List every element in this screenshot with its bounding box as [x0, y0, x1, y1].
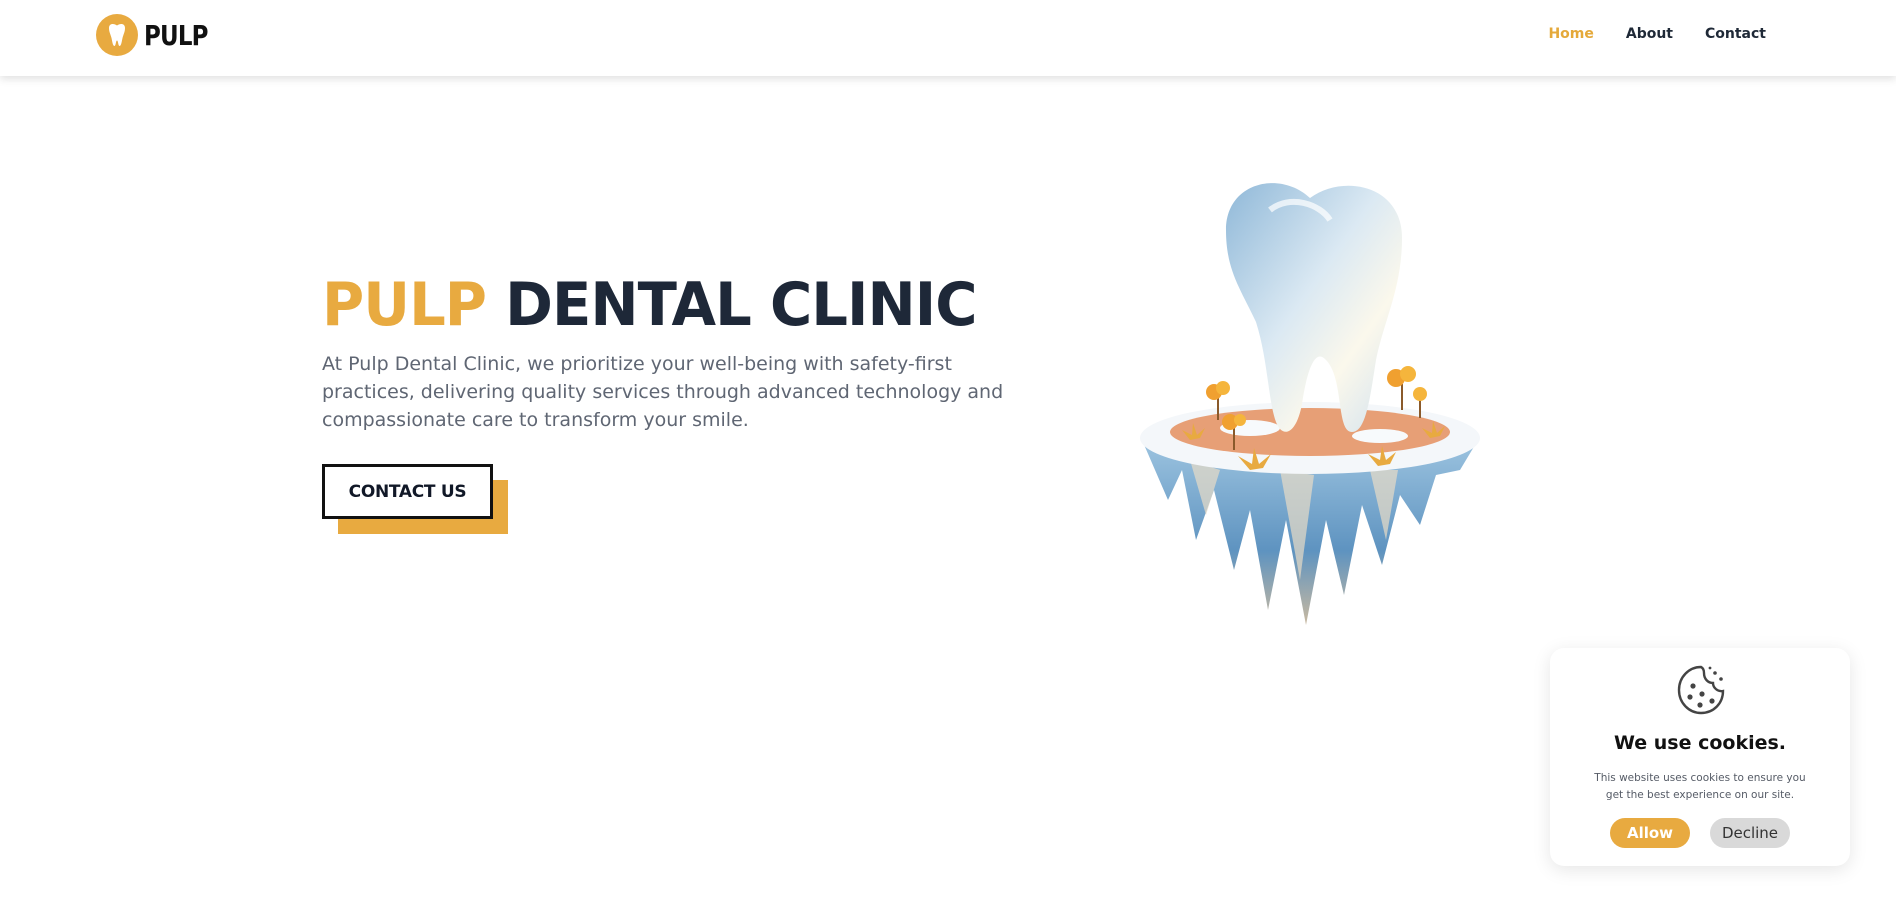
main-nav: Home About Contact: [1548, 26, 1766, 42]
cookie-icon: [1677, 665, 1725, 715]
hero-description: At Pulp Dental Clinic, we prioritize you…: [322, 353, 1004, 431]
cookie-consent-card: We use cookies. This website uses cookie…: [1550, 648, 1850, 866]
floating-island-tooth-illustration: [1140, 183, 1480, 625]
cta-wrapper: CONTACT US: [322, 464, 508, 534]
nav-home-link[interactable]: Home: [1548, 26, 1593, 42]
nav-contact-link[interactable]: Contact: [1705, 26, 1766, 42]
nav-about-link[interactable]: About: [1626, 26, 1673, 42]
hero-title-rest: DENTAL CLINIC: [505, 270, 977, 340]
contact-us-button[interactable]: CONTACT US: [322, 464, 493, 519]
cookie-decline-button[interactable]: Decline: [1710, 818, 1790, 848]
brand[interactable]: PULP: [96, 14, 222, 56]
navbar: PULP Home About Contact: [0, 0, 1896, 76]
brand-name: PULP: [144, 18, 208, 52]
cookie-text: This website uses cookies to ensure you …: [1594, 772, 1806, 801]
cookie-title: We use cookies.: [1613, 732, 1787, 754]
hero-title-accent: PULP: [322, 270, 487, 340]
tooth-logo-icon: [96, 14, 138, 56]
cookie-allow-button[interactable]: Allow: [1610, 818, 1690, 848]
hero-title: PULP DENTAL CLINIC: [322, 270, 977, 340]
cookie-actions: Allow Decline: [1550, 818, 1850, 848]
